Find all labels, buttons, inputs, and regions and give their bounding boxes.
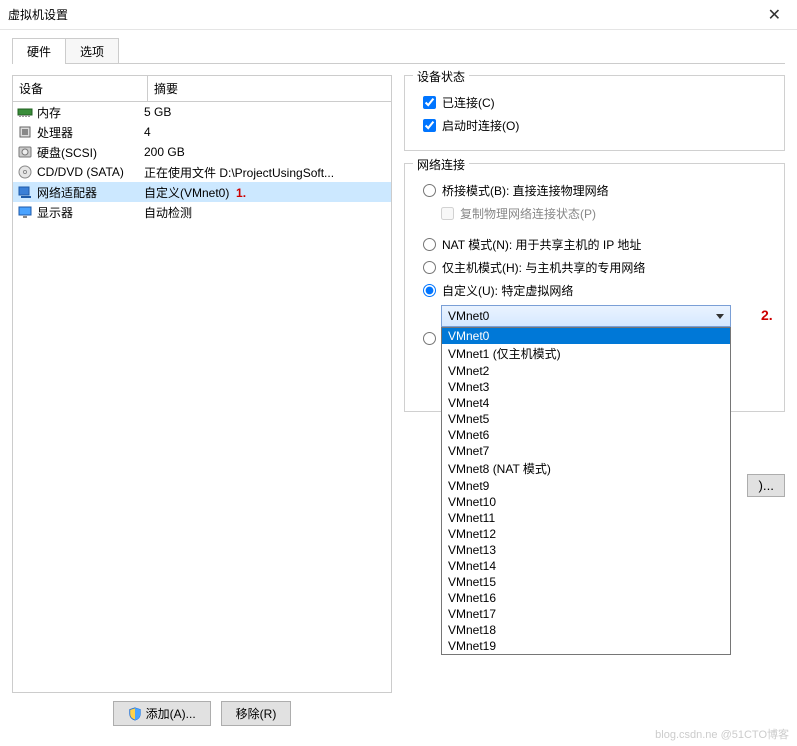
vmnet-option[interactable]: VMnet1 (仅主机模式) [442, 344, 730, 363]
connected-row: 已连接(C) [423, 94, 772, 111]
window-title: 虚拟机设置 [8, 6, 760, 23]
device-row-disk[interactable]: 硬盘(SCSI) 200 GB [13, 142, 391, 162]
left-buttons: 添加(A)... 移除(R) [12, 701, 392, 726]
right-panel: 设备状态 已连接(C) 启动时连接(O) 网络连接 桥接模式(B): 直接连接物… [404, 75, 785, 726]
vmnet-option[interactable]: VMnet7 [442, 443, 730, 459]
device-summary: 5 GB [144, 105, 387, 119]
device-row-net[interactable]: 网络适配器 自定义(VMnet0) 1. [13, 182, 391, 202]
lan-segments-label: )... [758, 478, 774, 493]
vmnet-option[interactable]: VMnet14 [442, 558, 730, 574]
device-summary: 200 GB [144, 145, 387, 159]
left-panel: 设备 摘要 内存 5 GB 处理器 4 硬盘(SCSI) 200 GB CD/DVD (SA… [12, 75, 392, 726]
cd-icon [17, 164, 33, 180]
replicate-row: 复制物理网络连接状态(P) [441, 205, 772, 222]
bridged-radio[interactable] [423, 184, 436, 197]
device-row-cpu[interactable]: 处理器 4 [13, 122, 391, 142]
device-name: CD/DVD (SATA) [37, 165, 124, 179]
vmnet-option[interactable]: VMnet19 [442, 638, 730, 654]
vmnet-option[interactable]: VMnet11 [442, 510, 730, 526]
custom-row: 自定义(U): 特定虚拟网络 [423, 282, 772, 299]
lan-segment-radio[interactable] [423, 332, 436, 345]
device-name: 网络适配器 [37, 184, 97, 201]
replicate-checkbox [441, 207, 454, 220]
vmnet-option[interactable]: VMnet13 [442, 542, 730, 558]
vmnet-option[interactable]: VMnet18 [442, 622, 730, 638]
device-name: 处理器 [37, 124, 73, 141]
device-summary: 自定义(VMnet0) 1. [144, 184, 387, 201]
tab-strip: 硬件 选项 [12, 38, 797, 64]
disk-icon [17, 144, 33, 160]
bridged-row: 桥接模式(B): 直接连接物理网络 [423, 182, 772, 199]
network-connection-title: 网络连接 [413, 156, 469, 173]
replicate-label: 复制物理网络连接状态(P) [460, 205, 596, 222]
lan-segments-button[interactable]: )... [747, 474, 785, 497]
bridged-label: 桥接模式(B): 直接连接物理网络 [442, 182, 609, 199]
vmnet-option[interactable]: VMnet9 [442, 478, 730, 494]
shield-icon [128, 707, 142, 721]
device-summary: 自动检测 [144, 204, 387, 221]
nat-row: NAT 模式(N): 用于共享主机的 IP 地址 [423, 236, 772, 253]
connect-at-poweron-label: 启动时连接(O) [442, 117, 519, 134]
add-button[interactable]: 添加(A)... [113, 701, 211, 726]
remove-button-label: 移除(R) [236, 705, 277, 722]
vmnet-option[interactable]: VMnet8 (NAT 模式) [442, 459, 730, 478]
title-bar: 虚拟机设置 ✕ [0, 0, 797, 30]
vmnet-option[interactable]: VMnet2 [442, 363, 730, 379]
device-summary: 4 [144, 125, 387, 139]
connect-at-poweron-checkbox[interactable] [423, 119, 436, 132]
device-row-display[interactable]: 显示器 自动检测 [13, 202, 391, 222]
device-table-body: 内存 5 GB 处理器 4 硬盘(SCSI) 200 GB CD/DVD (SATA) 正在使… [13, 102, 391, 692]
tab-hardware[interactable]: 硬件 [12, 38, 66, 64]
device-status-title: 设备状态 [413, 68, 469, 85]
device-status-group: 设备状态 已连接(C) 启动时连接(O) [404, 75, 785, 151]
vmnet-option[interactable]: VMnet4 [442, 395, 730, 411]
device-name: 显示器 [37, 204, 73, 221]
device-name: 内存 [37, 104, 61, 121]
display-icon [17, 204, 33, 220]
connected-checkbox[interactable] [423, 96, 436, 109]
device-header-device[interactable]: 设备 [13, 76, 148, 101]
connect-at-poweron-row: 启动时连接(O) [423, 117, 772, 134]
vmnet-select-wrap: VMnet0 2. VMnet0VMnet1 (仅主机模式)VMnet2VMne… [441, 305, 772, 327]
vmnet-option[interactable]: VMnet0 [442, 328, 730, 344]
vmnet-option[interactable]: VMnet3 [442, 379, 730, 395]
vmnet-option[interactable]: VMnet12 [442, 526, 730, 542]
device-header-summary[interactable]: 摘要 [148, 76, 391, 101]
annotation-2: 2. [761, 307, 773, 323]
device-row-memory[interactable]: 内存 5 GB [13, 102, 391, 122]
tab-options[interactable]: 选项 [65, 38, 119, 64]
network-connection-group: 网络连接 桥接模式(B): 直接连接物理网络 复制物理网络连接状态(P) NAT… [404, 163, 785, 412]
vmnet-option[interactable]: VMnet10 [442, 494, 730, 510]
hostonly-radio[interactable] [423, 261, 436, 274]
vmnet-option[interactable]: VMnet15 [442, 574, 730, 590]
annotation-1: 1. [236, 186, 246, 200]
vmnet-option[interactable]: VMnet16 [442, 590, 730, 606]
watermark: blog.csdn.ne @51CTO博客 [655, 726, 789, 742]
net-icon [17, 184, 33, 200]
cpu-icon [17, 124, 33, 140]
custom-label: 自定义(U): 特定虚拟网络 [442, 282, 573, 299]
hostonly-label: 仅主机模式(H): 与主机共享的专用网络 [442, 259, 645, 276]
vmnet-dropdown[interactable]: VMnet0VMnet1 (仅主机模式)VMnet2VMnet3VMnet4VM… [441, 327, 731, 655]
close-icon[interactable]: ✕ [760, 5, 789, 25]
nat-label: NAT 模式(N): 用于共享主机的 IP 地址 [442, 236, 641, 253]
device-table: 设备 摘要 内存 5 GB 处理器 4 硬盘(SCSI) 200 GB CD/DVD (SA… [12, 75, 392, 693]
vmnet-option[interactable]: VMnet17 [442, 606, 730, 622]
vmnet-option[interactable]: VMnet5 [442, 411, 730, 427]
remove-button[interactable]: 移除(R) [221, 701, 292, 726]
vmnet-option[interactable]: VMnet6 [442, 427, 730, 443]
device-summary: 正在使用文件 D:\ProjectUsingSoft... [144, 164, 387, 181]
vmnet-select[interactable]: VMnet0 [441, 305, 731, 327]
device-table-header: 设备 摘要 [13, 76, 391, 102]
device-name: 硬盘(SCSI) [37, 144, 97, 161]
nat-radio[interactable] [423, 238, 436, 251]
hostonly-row: 仅主机模式(H): 与主机共享的专用网络 [423, 259, 772, 276]
device-row-cd[interactable]: CD/DVD (SATA) 正在使用文件 D:\ProjectUsingSoft.… [13, 162, 391, 182]
connected-label: 已连接(C) [442, 94, 495, 111]
custom-radio[interactable] [423, 284, 436, 297]
add-button-label: 添加(A)... [146, 705, 196, 722]
vmnet-selected-value: VMnet0 [448, 309, 489, 323]
memory-icon [17, 104, 33, 120]
